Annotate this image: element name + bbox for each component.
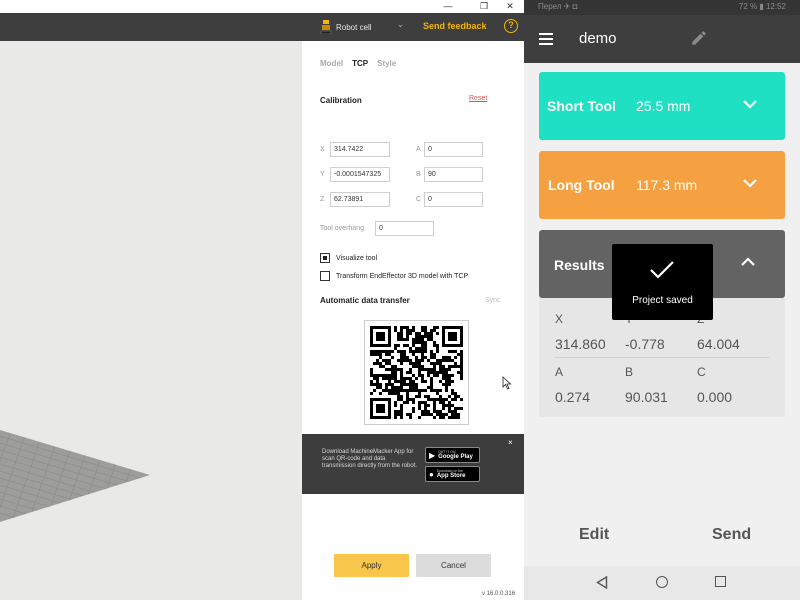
result-c-label: C	[697, 365, 706, 379]
android-nav-bar	[524, 566, 800, 600]
c-input[interactable]: 0	[424, 192, 483, 207]
result-x-label: X	[555, 312, 564, 326]
result-a-label: A	[555, 365, 564, 379]
z-input[interactable]: 62.73891	[330, 192, 390, 207]
panel-tabs: Model TCP Style	[320, 59, 396, 68]
short-tool-value: 25.5 mm	[636, 98, 691, 114]
mouse-cursor-icon	[502, 376, 512, 390]
banner-text: Download MachineMacker App for scan QR-c…	[322, 449, 418, 469]
window-titlebar: — ❐ ✕	[0, 0, 524, 13]
b-input[interactable]: 90	[424, 167, 483, 182]
edit-button[interactable]: Edit	[579, 526, 609, 544]
phone-screen: Перел ✈ ◘ 72 % ▮ 12:52 demo Short Tool 2…	[524, 0, 800, 600]
close-icon[interactable]: ×	[508, 438, 513, 447]
help-icon[interactable]: ?	[504, 19, 518, 33]
result-b-value: 90.031	[625, 389, 668, 405]
visualize-tool-option[interactable]: Visualize tool	[320, 253, 377, 263]
result-c-value: 0.000	[697, 389, 733, 405]
short-tool-card[interactable]: Short Tool 25.5 mm	[539, 72, 785, 140]
transform-model-option[interactable]: Transform EndEffector 3D model with TCP	[320, 271, 468, 281]
short-tool-name: Short Tool	[547, 98, 616, 114]
result-a-value: 0.274	[555, 389, 591, 405]
tcp-settings-panel: Model TCP Style Calibration Reset X 314.…	[302, 41, 524, 600]
field-label-z: Z	[320, 196, 325, 203]
desktop-window: — ❐ ✕ Robot cell ⌄ Send feedback ? Model…	[0, 0, 524, 600]
app-bar: demo	[524, 15, 800, 63]
a-input[interactable]: 0	[424, 142, 483, 157]
robot-selector[interactable]: Robot cell	[320, 19, 372, 35]
minimize-button[interactable]: —	[438, 0, 458, 13]
menu-icon[interactable]	[539, 33, 553, 45]
result-b-label: B	[625, 365, 634, 379]
tab-model[interactable]: Model	[320, 59, 343, 68]
field-label-a: A	[416, 146, 421, 153]
result-z-value: 64.004	[697, 336, 740, 352]
tool-overhang-input[interactable]: 0	[375, 221, 434, 236]
visualize-tool-label: Visualize tool	[336, 254, 378, 262]
3d-viewport[interactable]	[0, 41, 302, 600]
grid-floor	[0, 430, 150, 522]
field-label-x: X	[320, 146, 325, 153]
transform-model-checkbox[interactable]	[320, 271, 330, 281]
robot-name: Robot cell	[336, 22, 372, 32]
project-saved-toast: Project saved	[612, 244, 713, 320]
app-download-banner: Download MachineMacker App for scan QR-c…	[302, 434, 524, 494]
x-input[interactable]: 314.7422	[330, 142, 390, 157]
apple-icon: ●	[429, 469, 434, 479]
field-label-c: C	[416, 196, 422, 203]
field-label-y: Y	[320, 171, 325, 178]
reset-link[interactable]: Reset	[469, 95, 487, 102]
results-divider	[555, 357, 769, 358]
chevron-down-icon[interactable]	[742, 175, 758, 191]
chevron-up-icon[interactable]	[740, 254, 756, 270]
tab-tcp[interactable]: TCP	[352, 59, 368, 68]
calibration-heading: Calibration	[320, 96, 362, 105]
status-left: Перел ✈ ◘	[538, 2, 578, 11]
auto-transfer-heading: Automatic data transfer	[320, 296, 410, 305]
field-label-overhang: Tool overhang	[320, 225, 364, 232]
toast-message: Project saved	[632, 295, 693, 306]
checkmark-icon	[650, 261, 674, 279]
play-store-icon: ▶	[429, 450, 436, 460]
field-label-b: B	[416, 171, 421, 178]
app-store-text: App Store	[436, 473, 466, 479]
recent-apps-icon[interactable]	[715, 576, 726, 587]
app-store-badge[interactable]: ● Download on the App Store	[425, 466, 480, 482]
status-right: 72 % ▮ 12:52	[738, 2, 786, 11]
close-window-button[interactable]: ✕	[500, 0, 520, 13]
visualize-tool-checkbox[interactable]	[320, 253, 330, 263]
long-tool-name: Long Tool	[548, 177, 615, 193]
chevron-down-icon[interactable]	[742, 96, 758, 112]
cancel-button[interactable]: Cancel	[416, 554, 491, 577]
long-tool-value: 117.3 mm	[636, 177, 698, 193]
tab-style[interactable]: Style	[377, 59, 396, 68]
qr-code	[364, 320, 469, 425]
result-x-value: 314.860	[555, 336, 606, 352]
top-toolbar: Robot cell ⌄ Send feedback ?	[0, 13, 524, 41]
chevron-down-icon[interactable]: ⌄	[397, 20, 404, 29]
send-button[interactable]: Send	[712, 526, 751, 544]
results-title: Results	[554, 257, 605, 273]
send-feedback-link[interactable]: Send feedback	[423, 21, 487, 31]
long-tool-card[interactable]: Long Tool 117.3 mm	[539, 151, 785, 219]
transform-model-label: Transform EndEffector 3D model with TCP	[336, 272, 469, 280]
sync-button[interactable]: Sync	[485, 297, 501, 304]
google-play-text: Google Play	[438, 454, 473, 460]
home-icon[interactable]	[656, 576, 668, 588]
status-bar: Перел ✈ ◘ 72 % ▮ 12:52	[524, 0, 800, 15]
back-icon[interactable]	[596, 576, 608, 589]
edit-pencil-icon[interactable]	[690, 29, 708, 47]
project-title: demo	[579, 30, 617, 47]
y-input[interactable]: -0.0001547325	[330, 167, 390, 182]
google-play-badge[interactable]: ▶ GET IT ON Google Play	[425, 447, 480, 463]
version-label: v 16.0.0.316	[482, 591, 516, 597]
robot-icon	[320, 20, 332, 35]
maximize-button[interactable]: ❐	[474, 0, 494, 13]
result-y-value: -0.778	[625, 336, 665, 352]
apply-button[interactable]: Apply	[334, 554, 409, 577]
